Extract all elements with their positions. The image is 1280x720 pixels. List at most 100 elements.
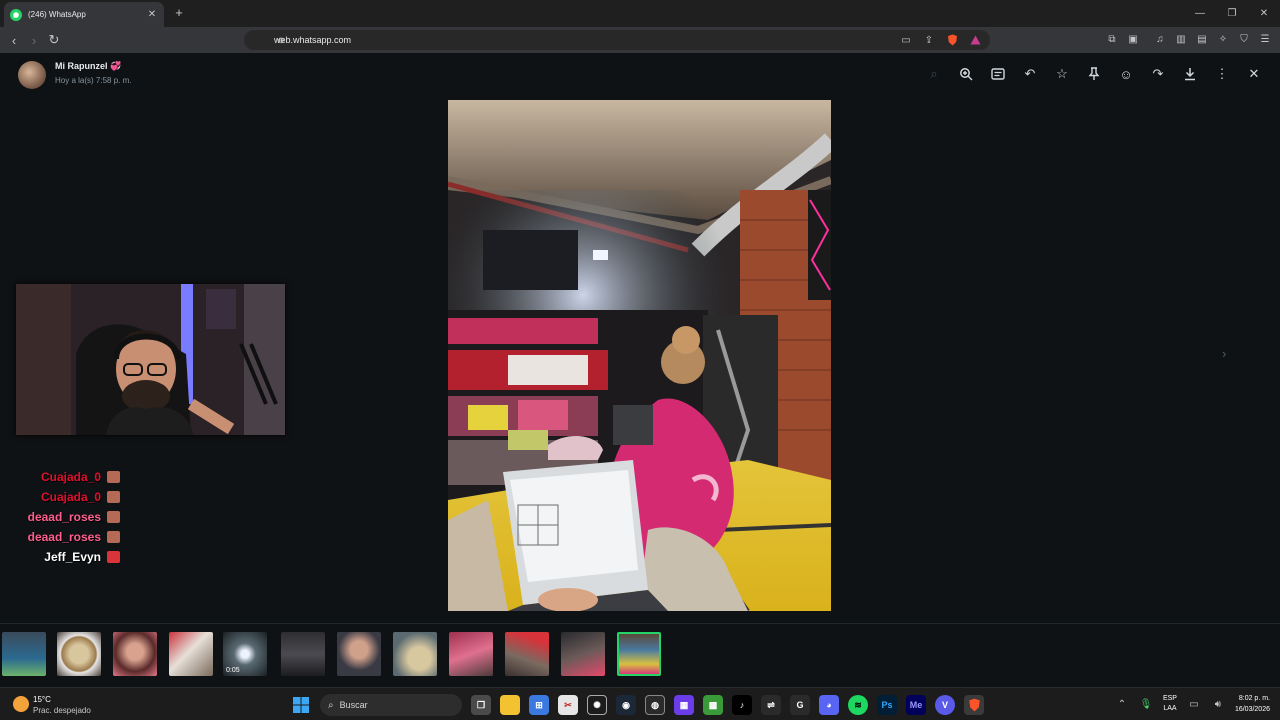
cast-icon[interactable]: ▭ — [899, 33, 913, 47]
apps-grid-icon[interactable]: ▦ — [674, 695, 694, 715]
task-view-icon[interactable]: ❐ — [471, 695, 491, 715]
capcut-icon[interactable]: ⇌ — [761, 695, 781, 715]
forward-icon[interactable]: › — [26, 32, 42, 48]
chat-row: deaad_roses — [10, 507, 120, 527]
leo-ai-icon[interactable]: ✧ — [1216, 32, 1230, 46]
viewer-actions: ⌕ ↶ ☆ ☺ ↷ ⋮ ✕ — [924, 65, 1264, 83]
thumbnail[interactable] — [57, 632, 101, 676]
media-icon[interactable]: ♫ — [1153, 32, 1167, 46]
thumbnail-active[interactable] — [617, 632, 661, 676]
whatsapp-icon — [10, 8, 22, 21]
thumbnail[interactable] — [281, 632, 325, 676]
brave-taskbar-icon[interactable] — [964, 695, 984, 715]
photoshop-icon[interactable]: Ps — [877, 695, 897, 715]
snipping-icon[interactable]: ✂ — [558, 695, 578, 715]
zoom-in-icon[interactable] — [956, 65, 976, 83]
close-icon[interactable]: ✕ — [1244, 65, 1264, 83]
window-close-icon[interactable]: ✕ — [1248, 0, 1280, 27]
search-icon: ⌕ — [930, 66, 938, 81]
tab-close-icon[interactable]: ✕ — [146, 9, 158, 20]
taskbar-search[interactable]: ⌕ Buscar — [320, 694, 462, 716]
share-icon[interactable]: ⇪ — [922, 33, 936, 47]
caption-icon[interactable] — [988, 65, 1008, 83]
new-tab-icon[interactable]: + — [172, 5, 186, 20]
chat-row: deaad_roses — [10, 527, 120, 547]
tiktok-icon[interactable]: ♪ — [732, 695, 752, 715]
emote-icon — [107, 471, 120, 483]
video-duration: 0:05 — [226, 667, 240, 674]
vegas-icon[interactable]: V — [935, 695, 955, 715]
vpn-icon[interactable]: ⛉ — [1237, 32, 1251, 46]
menu-icon[interactable]: ☰ — [1258, 32, 1272, 46]
thumbnail[interactable] — [337, 632, 381, 676]
search-icon: ⌕ — [328, 699, 334, 711]
emote-icon — [107, 551, 120, 563]
start-icon[interactable] — [291, 695, 311, 715]
avatar[interactable] — [18, 61, 46, 89]
screenshot-icon[interactable]: ▣ — [1126, 32, 1140, 46]
thumbnail[interactable] — [113, 632, 157, 676]
brave-rewards-icon[interactable] — [968, 33, 982, 47]
chatgpt-icon[interactable]: ✺ — [587, 695, 607, 715]
media-photo[interactable] — [448, 100, 831, 611]
emote-icon — [107, 531, 120, 543]
site-settings-icon[interactable]: ⚙ — [274, 33, 288, 47]
address-bar[interactable]: ⚙ web.whatsapp.com ▭ ⇪ — [244, 30, 990, 50]
reload-icon[interactable]: ↻ — [46, 32, 62, 48]
emoji-icon[interactable]: ☺ — [1116, 65, 1136, 83]
browser-toolbar: ‹ › ↻ 🔖︎ ⚙ web.whatsapp.com ▭ ⇪ ⧉ ▣ ♫ ▥ … — [0, 27, 1280, 53]
minimize-icon[interactable]: — — [1184, 0, 1216, 27]
restore-icon[interactable]: ❐ — [1216, 0, 1248, 27]
volume-icon[interactable]: 🔊︎ — [1211, 697, 1225, 711]
thumbnail[interactable] — [169, 632, 213, 676]
search-label: Buscar — [339, 700, 368, 710]
steam-icon[interactable]: ◉ — [616, 695, 636, 715]
thumbnail-strip: 0:05 — [0, 623, 1280, 687]
chevron-up-icon[interactable]: ⌃ — [1115, 697, 1129, 711]
tab-title: (246) WhatsApp — [28, 10, 86, 19]
thumbnail[interactable] — [449, 632, 493, 676]
clock-time: 8:02 p. m. — [1238, 695, 1270, 702]
thumbnail[interactable] — [505, 632, 549, 676]
extension-icons: ⧉ ▣ ♫ ▥ ▤ ✧ ⛉ ☰ — [1105, 32, 1272, 46]
thumbnail[interactable] — [561, 632, 605, 676]
spotify-icon[interactable]: ≋ — [848, 695, 868, 715]
extensions-icon[interactable]: ⧉ — [1105, 32, 1119, 46]
pin-icon[interactable] — [1084, 65, 1104, 83]
emote-icon — [107, 511, 120, 523]
weather-temp[interactable]: 15°C — [33, 695, 51, 704]
thumbnail[interactable] — [2, 632, 46, 676]
sent-time: Hoy a la(s) 7:58 p. m. — [55, 76, 132, 85]
chat-row: Jeff_Evyn — [10, 547, 120, 567]
chat-username: Jeff_Evyn — [44, 550, 101, 564]
reply-icon[interactable]: ↶ — [1020, 65, 1040, 83]
forward-icon[interactable]: ↷ — [1148, 65, 1168, 83]
weather-icon[interactable] — [13, 696, 29, 712]
back-icon[interactable]: ‹ — [6, 32, 22, 48]
language-indicator[interactable]: ESP LAA — [1163, 694, 1177, 714]
file-explorer-icon[interactable] — [500, 695, 520, 715]
brave-shields-icon[interactable] — [945, 33, 959, 47]
wallet-icon[interactable]: ▤ — [1195, 32, 1209, 46]
download-icon[interactable] — [1180, 65, 1200, 83]
display-icon[interactable]: ▭ — [1187, 697, 1201, 711]
clock[interactable]: 8:02 p. m. 16/03/2026 — [1235, 693, 1270, 715]
discord-icon[interactable]: ◕ — [819, 695, 839, 715]
minecraft-icon[interactable]: ▩ — [703, 695, 723, 715]
thumbnail-video[interactable]: 0:05 — [223, 632, 267, 676]
microphone-icon[interactable]: 🎙︎ — [1139, 697, 1153, 711]
system-tray: ⌃ 🎙︎ ESP LAA ▭ 🔊︎ 8:02 p. m. 16/03/2026 — [1115, 693, 1270, 715]
tab-whatsapp[interactable]: (246) WhatsApp ✕ — [4, 2, 164, 27]
obs-icon[interactable]: ◍ — [645, 695, 665, 715]
more-icon[interactable]: ⋮ — [1212, 65, 1232, 83]
lang-code: ESP — [1162, 695, 1177, 702]
thumbnail[interactable] — [393, 632, 437, 676]
next-media-icon[interactable]: › — [1222, 346, 1226, 361]
star-icon[interactable]: ☆ — [1052, 65, 1072, 83]
store-icon[interactable]: ⊞ — [529, 695, 549, 715]
weather-desc[interactable]: Prac. despejado — [33, 706, 91, 715]
media-encoder-icon[interactable]: Me — [906, 695, 926, 715]
sidebar-icon[interactable]: ▥ — [1174, 32, 1188, 46]
g-hub-icon[interactable]: G — [790, 695, 810, 715]
address-bar-icons: ▭ ⇪ — [899, 33, 982, 47]
